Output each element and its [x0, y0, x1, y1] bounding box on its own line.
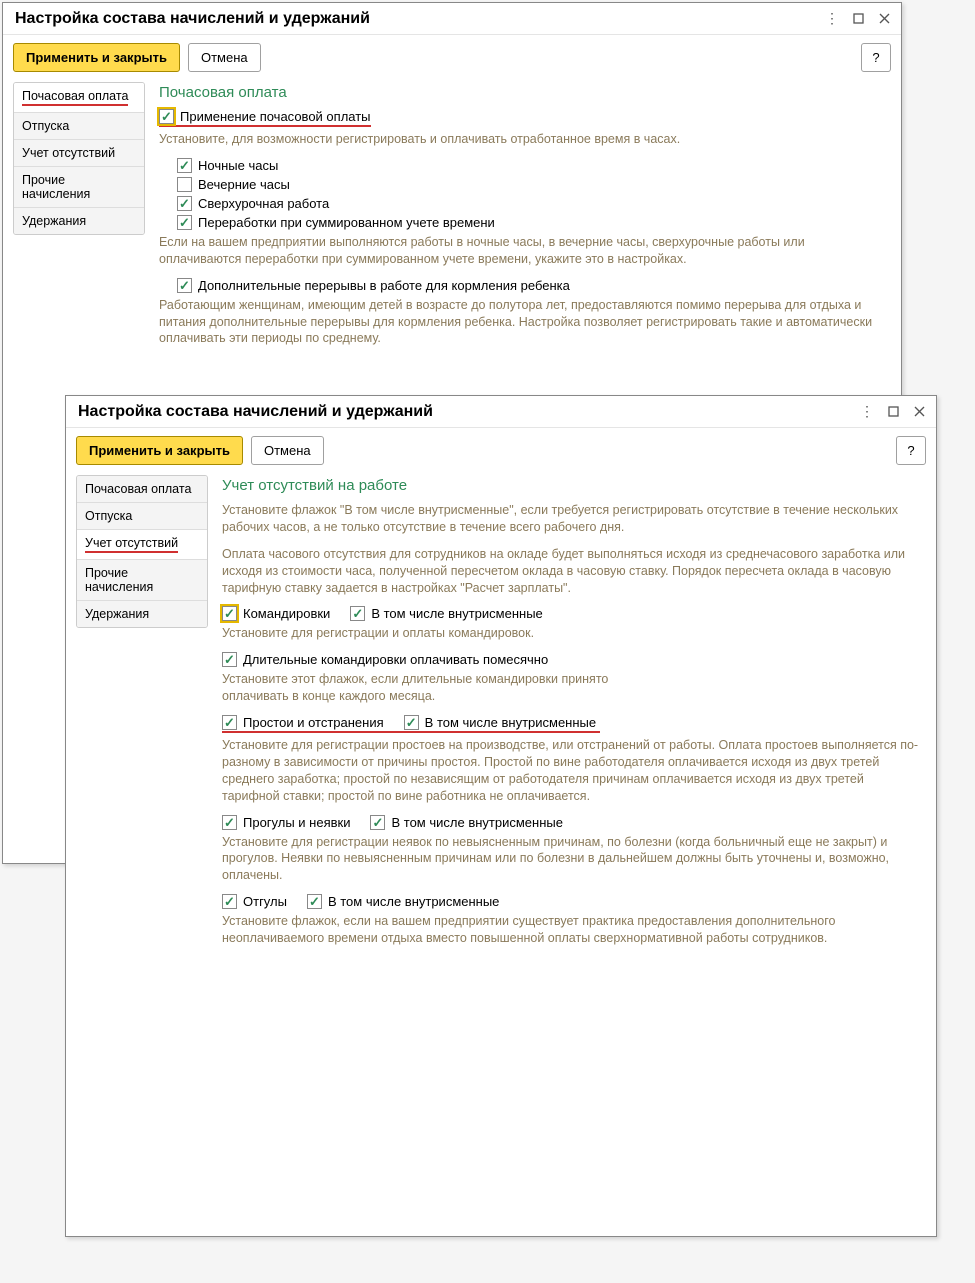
section-title: Учет отсутствий на работе [222, 477, 920, 494]
titlebar: Настройка состава начислений и удержаний… [66, 396, 936, 428]
label-long-trips: Длительные командировки оплачивать помес… [243, 652, 548, 667]
checkbox-dayoff[interactable] [222, 894, 237, 909]
checkbox-idle-intrashift[interactable] [404, 715, 419, 730]
checkbox-hourly-pay[interactable] [159, 109, 174, 124]
body: Почасовая оплата Отпуска Учет отсутствий… [66, 473, 936, 967]
nav-item-vacations[interactable]: Отпуска [77, 503, 207, 530]
label-absent-intrashift: В том числе внутрисменные [391, 815, 562, 830]
window-absences: Настройка состава начислений и удержаний… [65, 395, 937, 1237]
body: Почасовая оплата Отпуска Учет отсутствий… [3, 80, 901, 367]
label-trips-intrashift: В том числе внутрисменные [371, 606, 542, 621]
toolbar: Применить и закрыть Отмена ? [3, 35, 901, 80]
toolbar: Применить и закрыть Отмена ? [66, 428, 936, 473]
nav-list: Почасовая оплата Отпуска Учет отсутствий… [13, 82, 145, 235]
label-overtime: Сверхурочная работа [198, 196, 329, 211]
help-button[interactable]: ? [896, 436, 926, 465]
checkbox-night-hours[interactable] [177, 158, 192, 173]
apply-close-button[interactable]: Применить и закрыть [13, 43, 180, 72]
help-long-trips: Установите этот флажок, если длительные … [222, 671, 652, 705]
label-night-hours: Ночные часы [198, 158, 278, 173]
nav-item-other[interactable]: Прочие начисления [14, 167, 144, 208]
label-absent: Прогулы и неявки [243, 815, 350, 830]
checkbox-breaks[interactable] [177, 278, 192, 293]
checkbox-evening-hours[interactable] [177, 177, 192, 192]
kebab-menu-icon[interactable]: ⋮ [819, 7, 845, 31]
help-hourly: Установите, для возможности регистрирова… [159, 131, 885, 148]
nav-item-absences[interactable]: Учет отсутствий [77, 530, 207, 560]
checkbox-long-trips[interactable] [222, 652, 237, 667]
maximize-icon[interactable] [845, 7, 871, 31]
label-hourly-pay: Применение почасовой оплаты [180, 109, 371, 124]
close-icon[interactable] [906, 400, 932, 424]
checkbox-overtime[interactable] [177, 196, 192, 211]
checkbox-dayoff-intrashift[interactable] [307, 894, 322, 909]
checkbox-absent[interactable] [222, 815, 237, 830]
label-evening-hours: Вечерние часы [198, 177, 290, 192]
help-absent: Установите для регистрации неявок по нев… [222, 834, 920, 885]
checkbox-recycle[interactable] [177, 215, 192, 230]
titlebar: Настройка состава начислений и удержаний… [3, 3, 901, 35]
help-idle: Установите для регистрации простоев на п… [222, 737, 920, 805]
checkbox-trips-intrashift[interactable] [350, 606, 365, 621]
nav-item-hourly[interactable]: Почасовая оплата [14, 83, 144, 113]
nav-item-deductions[interactable]: Удержания [14, 208, 144, 234]
help-breaks: Работающим женщинам, имеющим детей в воз… [159, 297, 885, 348]
window-title: Настройка состава начислений и удержаний [78, 403, 854, 421]
apply-close-button[interactable]: Применить и закрыть [76, 436, 243, 465]
help-trips: Установите для регистрации и оплаты кома… [222, 625, 920, 642]
nav-item-vacations[interactable]: Отпуска [14, 113, 144, 140]
help-salary: Оплата часового отсутствия для сотрудник… [222, 546, 920, 597]
nav-item-deductions[interactable]: Удержания [77, 601, 207, 627]
help-button[interactable]: ? [861, 43, 891, 72]
help-dayoff: Установите флажок, если на вашем предпри… [222, 913, 920, 947]
cancel-button[interactable]: Отмена [188, 43, 261, 72]
label-dayoff: Отгулы [243, 894, 287, 909]
close-icon[interactable] [871, 7, 897, 31]
label-recycle: Переработки при суммированном учете врем… [198, 215, 495, 230]
label-trips: Командировки [243, 606, 330, 621]
help-night: Если на вашем предприятии выполняются ра… [159, 234, 885, 268]
content-panel: Учет отсутствий на работе Установите фла… [216, 475, 926, 957]
maximize-icon[interactable] [880, 400, 906, 424]
nav-item-absences[interactable]: Учет отсутствий [14, 140, 144, 167]
checkbox-absent-intrashift[interactable] [370, 815, 385, 830]
nav-item-other[interactable]: Прочие начисления [77, 560, 207, 601]
section-title: Почасовая оплата [159, 84, 885, 101]
nav-list: Почасовая оплата Отпуска Учет отсутствий… [76, 475, 208, 628]
checkbox-trips[interactable] [222, 606, 237, 621]
help-intro: Установите флажок "В том числе внутрисме… [222, 502, 920, 536]
label-idle: Простои и отстранения [243, 715, 384, 730]
label-idle-intrashift: В том числе внутрисменные [425, 715, 596, 730]
kebab-menu-icon[interactable]: ⋮ [854, 400, 880, 424]
nav-item-hourly[interactable]: Почасовая оплата [77, 476, 207, 503]
cancel-button[interactable]: Отмена [251, 436, 324, 465]
checkbox-idle[interactable] [222, 715, 237, 730]
content-panel: Почасовая оплата Применение почасовой оп… [153, 82, 891, 357]
label-breaks: Дополнительные перерывы в работе для кор… [198, 278, 570, 293]
window-title: Настройка состава начислений и удержаний [15, 10, 819, 28]
label-dayoff-intrashift: В том числе внутрисменные [328, 894, 499, 909]
